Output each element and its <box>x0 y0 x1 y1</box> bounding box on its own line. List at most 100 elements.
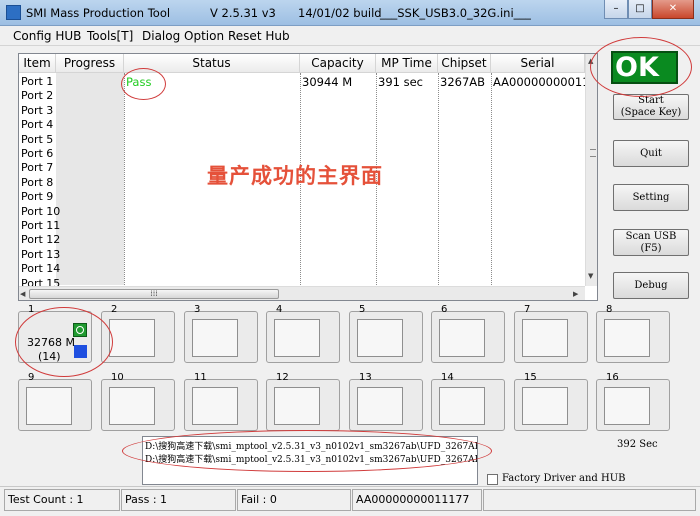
scroll-down-arrow-icon[interactable]: ▼ <box>588 272 593 280</box>
port-row-label: Port 10 <box>21 204 61 218</box>
slot-indicator <box>109 319 155 357</box>
slot-number: 5 <box>359 304 366 315</box>
slot-number: 15 <box>524 372 537 383</box>
port-row-label: Port 11 <box>21 219 61 232</box>
fail-count: Fail : 0 <box>237 489 351 511</box>
build-date: 14/01/02 build <box>298 6 382 20</box>
slot-number: 3 <box>194 304 201 315</box>
factory-driver-checkbox[interactable] <box>487 474 498 485</box>
slot-indicator <box>439 319 485 357</box>
start-button-label: Start <box>638 95 664 106</box>
port1-chipset: 3267AB <box>440 75 486 89</box>
menu-bar: Config HUB Tools[T] Dialog Option Reset … <box>0 26 700 46</box>
app-icon <box>6 5 21 20</box>
slot-indicator <box>192 319 238 357</box>
slot-number: 13 <box>359 372 372 383</box>
slot-number: 16 <box>606 372 619 383</box>
app-title: SMI Mass Production Tool <box>26 6 171 20</box>
scan-usb-label: Scan USB <box>625 231 677 242</box>
slot-indicator <box>26 387 72 425</box>
slot-indicator <box>357 387 403 425</box>
port-row-label: Port 7 <box>21 161 54 175</box>
menu-dialog-option[interactable]: Dialog Option <box>142 29 224 43</box>
port-row-label: Port 1 <box>21 75 54 88</box>
port-row-label: Port 4 <box>21 118 54 132</box>
slot-indicator <box>357 319 403 357</box>
slot-indicator <box>522 319 568 357</box>
slot-indicator <box>109 387 155 425</box>
slot-indicator <box>274 387 320 425</box>
slot-number: 6 <box>441 304 448 315</box>
scroll-right-arrow-icon[interactable]: ▶ <box>573 290 578 298</box>
slot-number: 7 <box>524 304 531 315</box>
column-header-capacity[interactable]: Capacity <box>300 54 376 73</box>
port1-mp-time: 391 sec <box>378 75 423 89</box>
test-count: Test Count : 1 <box>4 489 120 511</box>
status-empty-panel <box>483 489 696 511</box>
port-row-label: Port 12 <box>21 233 61 247</box>
port-row-label: Port 8 <box>21 175 54 189</box>
slot-number: 9 <box>28 372 35 383</box>
column-header-item[interactable]: Item <box>19 54 56 73</box>
port-row-label: Port 5 <box>21 132 54 146</box>
column-divider <box>491 73 492 285</box>
slot-number: 2 <box>111 304 118 315</box>
port-row-label: Port 9 <box>21 190 54 204</box>
annotation-ellipse-ok <box>590 37 692 97</box>
quit-button[interactable]: Quit <box>613 140 689 167</box>
maximize-button[interactable]: □ <box>628 0 652 19</box>
port-row-label: Port 3 <box>21 103 54 117</box>
column-header-mp-time[interactable]: MP Time <box>376 54 438 73</box>
annotation-ellipse-pass <box>121 68 166 100</box>
scroll-left-arrow-icon[interactable]: ◀ <box>20 290 25 298</box>
elapsed-time: 392 Sec <box>617 439 658 450</box>
menu-tools[interactable]: Tools[T] <box>87 29 133 43</box>
port-row-label: Port 6 <box>21 147 54 160</box>
progress-column <box>56 73 124 285</box>
start-button[interactable]: Start (Space Key) <box>613 94 689 120</box>
annotation-text: 量产成功的主界面 <box>207 164 383 188</box>
status-bar: Test Count : 1 Pass : 1 Fail : 0 AA00000… <box>0 486 700 516</box>
port-row-label: Port 14 <box>21 262 61 276</box>
slot-number: 8 <box>606 304 613 315</box>
slot-indicator <box>192 387 238 425</box>
column-divider <box>438 73 439 285</box>
setting-button[interactable]: Setting <box>613 184 689 211</box>
port-row-label: Port 2 <box>21 89 54 103</box>
port1-capacity: 30944 M <box>302 75 353 89</box>
column-header-serial[interactable]: Serial <box>491 54 585 73</box>
title-bar: SMI Mass Production Tool V 2.5.31 v3 14/… <box>0 0 700 26</box>
close-button[interactable]: ✕ <box>652 0 694 19</box>
port-row-label: Port 13 <box>21 247 61 261</box>
horizontal-scrollbar[interactable]: ◀ ⁞⁞⁞ ▶ <box>19 286 585 300</box>
debug-button[interactable]: Debug <box>613 272 689 299</box>
port1-serial: AA000000000111 <box>493 75 597 89</box>
scan-usb-shortcut: (F5) <box>640 243 662 254</box>
column-header-progress[interactable]: Progress <box>56 54 124 73</box>
slot-indicator <box>604 387 650 425</box>
factory-driver-label: Factory Driver and HUB <box>502 473 626 484</box>
slot-indicator <box>522 387 568 425</box>
slot-indicator <box>274 319 320 357</box>
annotation-ellipse-slot1 <box>15 307 113 377</box>
slot-number: 10 <box>111 372 124 383</box>
start-button-shortcut: (Space Key) <box>620 107 682 118</box>
app-version: V 2.5.31 v3 <box>210 6 276 20</box>
menu-reset-hub[interactable]: Reset Hub <box>228 29 290 43</box>
column-divider <box>124 73 125 285</box>
slot-number: 12 <box>276 372 289 383</box>
pass-count: Pass : 1 <box>121 489 236 511</box>
scroll-thumb-grip-icon[interactable] <box>590 149 596 157</box>
slot-number: 4 <box>276 304 283 315</box>
menu-config-hub[interactable]: Config HUB <box>13 29 81 43</box>
horizontal-scroll-thumb[interactable]: ⁞⁞⁞ <box>29 289 279 299</box>
status-serial: AA00000000011177 <box>352 489 482 511</box>
slot-indicator <box>604 319 650 357</box>
column-header-chipset[interactable]: Chipset <box>438 54 491 73</box>
vertical-scrollbar[interactable]: ▲ ▼ <box>585 54 597 286</box>
slot-number: 11 <box>194 372 207 383</box>
ini-file-name: ___SSK_USB3.0_32G.ini___ <box>380 6 531 20</box>
scan-usb-button[interactable]: Scan USB (F5) <box>613 229 689 256</box>
annotation-ellipse-log <box>122 430 492 472</box>
minimize-button[interactable]: – <box>604 0 628 19</box>
